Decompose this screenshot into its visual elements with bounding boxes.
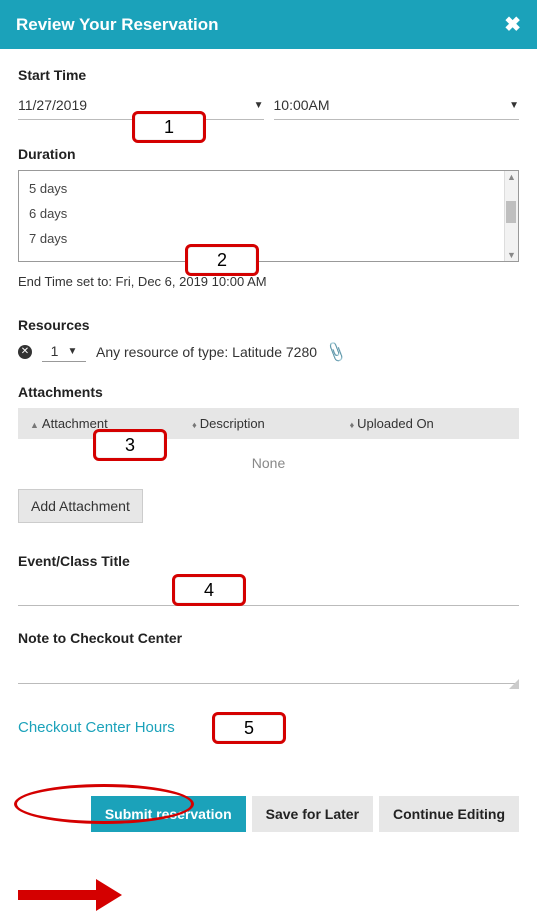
start-time-label: Start Time — [18, 67, 86, 83]
scrollbar[interactable]: ▲ ▼ — [504, 171, 518, 261]
modal-header: Review Your Reservation ✖ — [0, 0, 537, 49]
annotation-callout-3: 3 — [93, 429, 167, 461]
modal-body: Start Time 11/27/2019 ▼ 10:00AM ▼ Durati… — [0, 49, 537, 860]
duration-option[interactable]: 5 days — [19, 176, 504, 201]
resource-row: ✕ 1 ▼ Any resource of type: Latitude 728… — [18, 341, 519, 362]
sort-icon: ♦ — [192, 420, 197, 430]
annotation-callout-2: 2 — [185, 244, 259, 276]
sort-icon: ♦ — [350, 420, 355, 430]
close-icon[interactable]: ✖ — [504, 12, 521, 37]
end-time-text: End Time set to: Fri, Dec 6, 2019 10:00 … — [18, 274, 519, 289]
checkout-center-hours-link[interactable]: Checkout Center Hours — [18, 719, 175, 736]
annotation-callout-4: 4 — [172, 574, 246, 606]
duration-listbox[interactable]: 5 days 6 days 7 days ▲ ▼ — [18, 170, 519, 262]
resize-handle-icon[interactable] — [509, 679, 519, 689]
resource-qty-value: 1 — [51, 343, 59, 359]
sort-asc-icon: ▲ — [30, 420, 39, 430]
start-time-select[interactable]: 10:00AM ▼ — [274, 91, 520, 120]
annotation-arrow — [18, 877, 128, 911]
note-textarea[interactable] — [18, 654, 519, 684]
annotation-callout-5: 5 — [212, 712, 286, 744]
continue-editing-button[interactable]: Continue Editing — [379, 796, 519, 832]
save-for-later-button[interactable]: Save for Later — [252, 796, 373, 832]
event-title-input[interactable] — [18, 577, 519, 606]
add-attachment-button[interactable]: Add Attachment — [18, 489, 143, 523]
resources-label: Resources — [18, 317, 519, 333]
duration-label: Duration — [18, 146, 519, 162]
resource-description: Any resource of type: Latitude 7280 — [96, 344, 317, 360]
annotation-callout-1: 1 — [132, 111, 206, 143]
modal-title: Review Your Reservation — [16, 15, 219, 35]
duration-option[interactable]: 7 days — [19, 226, 504, 251]
note-label: Note to Checkout Center — [18, 630, 519, 646]
footer-buttons: Submit reservation Save for Later Contin… — [18, 796, 519, 832]
duration-list: 5 days 6 days 7 days — [19, 171, 504, 261]
attachments-label: Attachments — [18, 384, 519, 400]
scrollbar-thumb[interactable] — [506, 201, 516, 223]
remove-resource-icon[interactable]: ✕ — [18, 345, 32, 359]
scroll-up-icon[interactable]: ▲ — [505, 172, 518, 182]
resource-qty-select[interactable]: 1 ▼ — [42, 341, 86, 362]
chevron-down-icon: ▼ — [509, 100, 519, 111]
duration-option[interactable]: 6 days — [19, 201, 504, 226]
scroll-down-icon[interactable]: ▼ — [505, 250, 518, 260]
start-time-value: 10:00AM — [274, 97, 330, 113]
start-date-value: 11/27/2019 — [18, 97, 87, 113]
col-description-header[interactable]: ♦Description — [192, 416, 349, 431]
col-uploaded-header[interactable]: ♦Uploaded On — [350, 416, 507, 431]
chevron-down-icon: ▼ — [68, 346, 78, 357]
paperclip-icon[interactable]: 📎 — [325, 340, 349, 363]
submit-reservation-button[interactable]: Submit reservation — [91, 796, 246, 832]
event-title-label: Event/Class Title — [18, 553, 519, 569]
chevron-down-icon: ▼ — [254, 100, 264, 111]
